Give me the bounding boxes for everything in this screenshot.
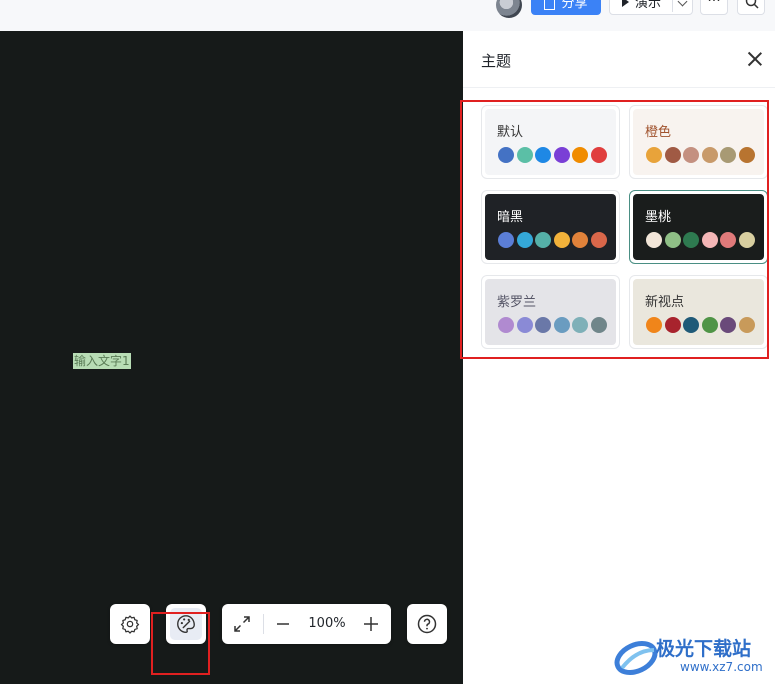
color-dot	[738, 232, 755, 248]
theme-name: 橙色	[645, 125, 672, 140]
color-dot	[720, 147, 736, 163]
present-button-label: 演示	[635, 0, 662, 11]
theme-color-swatches	[498, 147, 607, 163]
color-dot	[683, 317, 699, 333]
color-dot	[516, 317, 533, 333]
color-dot	[683, 232, 699, 248]
zoom-toolbar: 100%	[222, 604, 391, 644]
theme-name: 暗黑	[497, 210, 524, 225]
color-dot	[738, 147, 755, 163]
color-dot	[590, 232, 607, 248]
color-dot	[664, 232, 681, 248]
color-dot	[535, 232, 551, 248]
theme-preview: 新视点	[633, 279, 764, 345]
color-dot	[535, 147, 551, 163]
color-dot	[553, 232, 570, 248]
color-dot	[498, 317, 514, 333]
color-dot	[646, 232, 662, 248]
help-button[interactable]	[407, 604, 447, 644]
theme-color-swatches	[498, 317, 607, 333]
theme-card[interactable]: 墨桃	[629, 190, 768, 264]
divider	[672, 0, 673, 12]
color-dot	[701, 147, 718, 163]
color-dot	[516, 147, 533, 163]
color-dot	[664, 147, 681, 163]
panel-header: 主题	[463, 31, 775, 88]
mindmap-canvas[interactable]: 输入文字1	[0, 31, 463, 684]
more-button[interactable]: ···	[700, 0, 728, 15]
watermark-url: www.xz7.com	[680, 660, 763, 674]
color-dot	[683, 147, 699, 163]
color-dot	[590, 317, 607, 333]
color-dot	[738, 317, 755, 333]
color-dot	[535, 317, 551, 333]
theme-preview: 橙色	[633, 109, 764, 175]
zoom-level: 100%	[308, 616, 346, 631]
color-dot	[646, 147, 662, 163]
share-button-label: 分享	[561, 0, 588, 11]
theme-preview: 默认	[485, 109, 616, 175]
gear-icon	[120, 615, 140, 634]
color-dot	[720, 317, 736, 333]
fullscreen-icon[interactable]	[233, 615, 251, 633]
color-dot	[720, 232, 736, 248]
color-dot	[516, 232, 533, 248]
color-dot	[498, 232, 514, 248]
theme-color-swatches	[646, 317, 755, 333]
theme-color-swatches	[498, 232, 607, 248]
share-button[interactable]: 分享	[531, 0, 601, 15]
text-node[interactable]: 输入文字1	[73, 353, 131, 369]
search-icon	[745, 0, 759, 9]
theme-preview: 紫罗兰	[485, 279, 616, 345]
theme-button[interactable]	[166, 604, 206, 644]
zoom-in-icon[interactable]	[363, 616, 379, 632]
theme-name: 墨桃	[645, 210, 672, 225]
color-dot	[572, 317, 588, 333]
color-dot	[572, 147, 588, 163]
color-dot	[572, 232, 588, 248]
color-dot	[701, 317, 718, 333]
search-button[interactable]	[737, 0, 765, 15]
top-bar: 分享 演示 ···	[0, 0, 775, 31]
divider	[263, 614, 264, 634]
color-dot	[498, 147, 514, 163]
theme-color-swatches	[646, 147, 755, 163]
settings-button[interactable]	[110, 604, 150, 644]
theme-color-swatches	[646, 232, 755, 248]
color-dot	[701, 232, 718, 248]
watermark-brand: 极光下载站	[656, 638, 752, 660]
theme-name: 默认	[497, 125, 524, 140]
more-icon: ···	[707, 0, 721, 9]
color-dot	[590, 147, 607, 163]
panel-title: 主题	[481, 52, 512, 70]
chevron-down-icon[interactable]	[677, 0, 688, 7]
share-icon	[544, 0, 556, 10]
help-icon	[417, 614, 437, 634]
theme-name: 新视点	[645, 295, 685, 310]
theme-card[interactable]: 新视点	[629, 275, 768, 349]
avatar[interactable]	[496, 0, 522, 18]
theme-card[interactable]: 默认	[481, 105, 620, 179]
theme-card[interactable]: 暗黑	[481, 190, 620, 264]
theme-preview: 墨桃	[633, 194, 764, 260]
color-dot	[664, 317, 681, 333]
color-dot	[553, 147, 570, 163]
zoom-out-icon[interactable]	[276, 617, 290, 631]
color-dot	[646, 317, 662, 333]
color-dot	[553, 317, 570, 333]
theme-preview: 暗黑	[485, 194, 616, 260]
play-icon	[622, 0, 629, 7]
theme-card[interactable]: 橙色	[629, 105, 768, 179]
close-icon[interactable]	[747, 51, 763, 67]
palette-icon	[177, 615, 195, 633]
theme-panel: 主题 默认 橙色暗黑 墨桃紫罗兰 新视点	[463, 31, 775, 684]
theme-name: 紫罗兰	[497, 295, 537, 310]
theme-card[interactable]: 紫罗兰	[481, 275, 620, 349]
present-button[interactable]: 演示	[609, 0, 693, 15]
